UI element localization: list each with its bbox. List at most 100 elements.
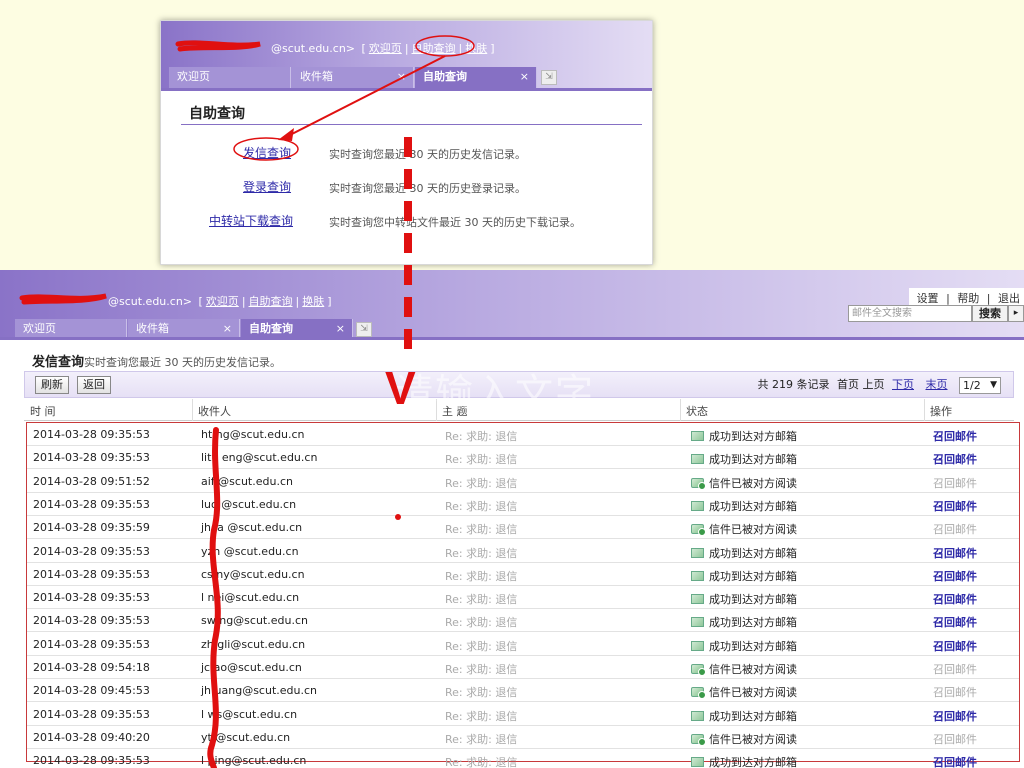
skin-link[interactable]: 换肤 bbox=[302, 295, 324, 308]
close-icon[interactable]: × bbox=[397, 67, 406, 87]
cell-subject: Re: 求助: 退信 bbox=[445, 663, 518, 676]
recall-mail-link[interactable]: 召回邮件 bbox=[933, 451, 977, 467]
first-page: 首页 bbox=[837, 378, 859, 391]
expand-icon[interactable]: ⇲ bbox=[356, 322, 372, 337]
status-text: 成功到达对方邮箱 bbox=[709, 546, 797, 560]
cell-recipient: jh uang@scut.edu.cn bbox=[201, 684, 317, 698]
welcome-link[interactable]: 欢迎页 bbox=[369, 42, 402, 55]
mail-delivered-icon bbox=[691, 500, 704, 511]
total-prefix: 共 bbox=[757, 378, 769, 391]
last-page-link[interactable]: 末页 bbox=[926, 378, 948, 391]
cell-status: 成功到达对方邮箱 bbox=[691, 545, 797, 561]
status-text: 成功到达对方邮箱 bbox=[709, 709, 797, 723]
cell-status: 成功到达对方邮箱 bbox=[691, 638, 797, 654]
back-button[interactable]: 返回 bbox=[77, 376, 111, 394]
table-row: 2014-03-28 09:51:52 aif @scut.edu.cn Re: 求… bbox=[27, 470, 1019, 493]
close-icon[interactable]: × bbox=[336, 319, 345, 339]
close-icon[interactable]: × bbox=[223, 319, 232, 339]
cell-recipient: l nei@scut.edu.cn bbox=[201, 591, 300, 605]
cell-time: 2014-03-28 09:54:18 bbox=[33, 661, 150, 674]
send-query-screen: @scut.edu.cn> [欢迎页 | 自助查询 | 换肤] 欢迎页 收件箱 × 自助查… bbox=[0, 270, 1024, 768]
mail-delivered-icon bbox=[691, 757, 704, 768]
cell-time: 2014-03-28 09:35:53 bbox=[33, 614, 150, 628]
search-button[interactable]: 搜索 bbox=[972, 305, 1008, 322]
status-text: 成功到达对方邮箱 bbox=[709, 430, 797, 443]
result-toolbar: 刷新 返回 共 219 条记录 首页 上页 下页 末页 1/2 ▼ bbox=[24, 371, 1014, 398]
status-text: 信件已被对方阅读 bbox=[709, 476, 797, 490]
cell-recipient: aif @scut.edu.cn bbox=[201, 474, 293, 488]
recall-mail-link[interactable]: 召回邮件 bbox=[933, 708, 977, 724]
cell-subject: Re: 求助: 退信 bbox=[445, 616, 518, 630]
cell-time: 2014-03-28 09:35:53 bbox=[33, 637, 150, 651]
bracket-open: [ bbox=[198, 295, 203, 308]
send-record-table: 2014-03-28 09:35:53 ht ng@scut.edu.cn Re: … bbox=[26, 422, 1020, 768]
recall-mail-link[interactable]: 召回邮件 bbox=[933, 754, 977, 768]
refresh-button[interactable]: 刷新 bbox=[35, 376, 69, 394]
self-query-link[interactable]: 自助查询 bbox=[412, 42, 456, 55]
status-text: 成功到达对方邮箱 bbox=[709, 569, 797, 583]
cell-recipient: yzh @scut.edu.cn bbox=[201, 544, 299, 558]
account-line: @scut.edu.cn> [欢迎页 | 自助查询 | 换肤] bbox=[271, 42, 495, 55]
recall-mail-link[interactable]: 召回邮件 bbox=[933, 428, 977, 444]
recall-mail-link: 召回邮件 bbox=[933, 686, 977, 700]
transfer-download-query-link[interactable]: 中转站下载查询 bbox=[209, 212, 293, 229]
cell-recipient: cs ny@scut.edu.cn bbox=[201, 567, 305, 581]
cell-subject: Re: 求助: 退信 bbox=[445, 756, 518, 768]
cell-recipient: zh gli@scut.edu.cn bbox=[201, 637, 306, 651]
cell-recipient: l ping@scut.edu.cn bbox=[201, 754, 307, 768]
transfer-download-query-desc: 实时查询您中转站文件最近 30 天的历史下载记录。 bbox=[329, 216, 581, 229]
settings-link[interactable]: 设置 bbox=[917, 292, 939, 305]
table-row: 2014-03-28 09:40:20 yt @scut.edu.cn Re: 求助… bbox=[27, 726, 1019, 749]
cell-time: 2014-03-28 09:35:53 bbox=[33, 428, 150, 441]
account-line: @scut.edu.cn> [欢迎页 | 自助查询 | 换肤] bbox=[108, 295, 332, 308]
bracket-open: [ bbox=[361, 42, 366, 55]
tab-label: 自助查询 bbox=[249, 322, 293, 335]
help-link[interactable]: 帮助 bbox=[957, 292, 979, 305]
close-icon[interactable]: × bbox=[520, 67, 529, 87]
tab-welcome[interactable]: 欢迎页 bbox=[169, 67, 291, 88]
mail-read-icon bbox=[691, 664, 706, 676]
next-page-link[interactable]: 下页 bbox=[892, 378, 914, 391]
tab-self-query[interactable]: 自助查询 × bbox=[415, 67, 537, 88]
cell-recipient: sw ng@scut.edu.cn bbox=[201, 614, 308, 628]
cell-time: 2014-03-28 09:35:53 bbox=[33, 707, 150, 721]
recall-mail-link: 召回邮件 bbox=[933, 523, 977, 537]
cell-recipient: yt @scut.edu.cn bbox=[201, 730, 291, 744]
cell-recipient: jhca @scut.edu.cn bbox=[201, 521, 303, 535]
tab-underline bbox=[161, 88, 652, 91]
cell-status: 成功到达对方邮箱 bbox=[691, 754, 797, 768]
tab-inbox[interactable]: 收件箱 × bbox=[292, 67, 414, 88]
self-query-link[interactable]: 自助查询 bbox=[249, 295, 293, 308]
recall-mail-link[interactable]: 召回邮件 bbox=[933, 568, 977, 584]
cell-recipient: l ws@scut.edu.cn bbox=[201, 707, 298, 721]
skin-link[interactable]: 换肤 bbox=[465, 42, 487, 55]
expand-icon[interactable]: ⇲ bbox=[541, 70, 557, 85]
recall-mail-link[interactable]: 召回邮件 bbox=[933, 614, 977, 630]
col-subject: 主 题 bbox=[442, 405, 468, 418]
recall-mail-link[interactable]: 召回邮件 bbox=[933, 638, 977, 654]
mail-delivered-icon bbox=[691, 547, 704, 558]
cell-time: 2014-03-28 09:51:52 bbox=[33, 474, 150, 488]
login-query-link[interactable]: 登录查询 bbox=[243, 178, 291, 195]
cell-status: 成功到达对方邮箱 bbox=[691, 614, 797, 630]
search-options-icon[interactable]: ▸ bbox=[1008, 305, 1024, 322]
page-select-value: 1/2 bbox=[963, 378, 981, 392]
cell-status: 信件已被对方阅读 bbox=[691, 731, 797, 747]
table-row: 2014-03-28 09:35:53 yzh @scut.edu.cn Re: 求… bbox=[27, 540, 1019, 563]
cell-recipient: luo @scut.edu.cn bbox=[201, 497, 297, 511]
recall-mail-link[interactable]: 召回邮件 bbox=[933, 498, 977, 514]
welcome-link[interactable]: 欢迎页 bbox=[206, 295, 239, 308]
fulltext-search-input[interactable]: 邮件全文搜索 bbox=[848, 305, 972, 322]
recall-mail-link[interactable]: 召回邮件 bbox=[933, 591, 977, 607]
recall-mail-link[interactable]: 召回邮件 bbox=[933, 545, 977, 561]
table-row: 2014-03-28 09:35:53 sw ng@scut.edu.cn Re: … bbox=[27, 609, 1019, 633]
total-suffix: 条记录 bbox=[796, 378, 830, 391]
tab-label: 收件箱 bbox=[136, 322, 169, 335]
cell-time: 2014-03-28 09:35:59 bbox=[33, 521, 150, 535]
page-select[interactable]: 1/2 ▼ bbox=[959, 376, 1001, 394]
status-text: 信件已被对方阅读 bbox=[709, 686, 797, 700]
bracket-close: ] bbox=[490, 42, 495, 55]
tab-label: 自助查询 bbox=[423, 70, 467, 83]
logout-link[interactable]: 退出 bbox=[998, 292, 1020, 305]
send-query-link[interactable]: 发信查询 bbox=[243, 144, 291, 161]
